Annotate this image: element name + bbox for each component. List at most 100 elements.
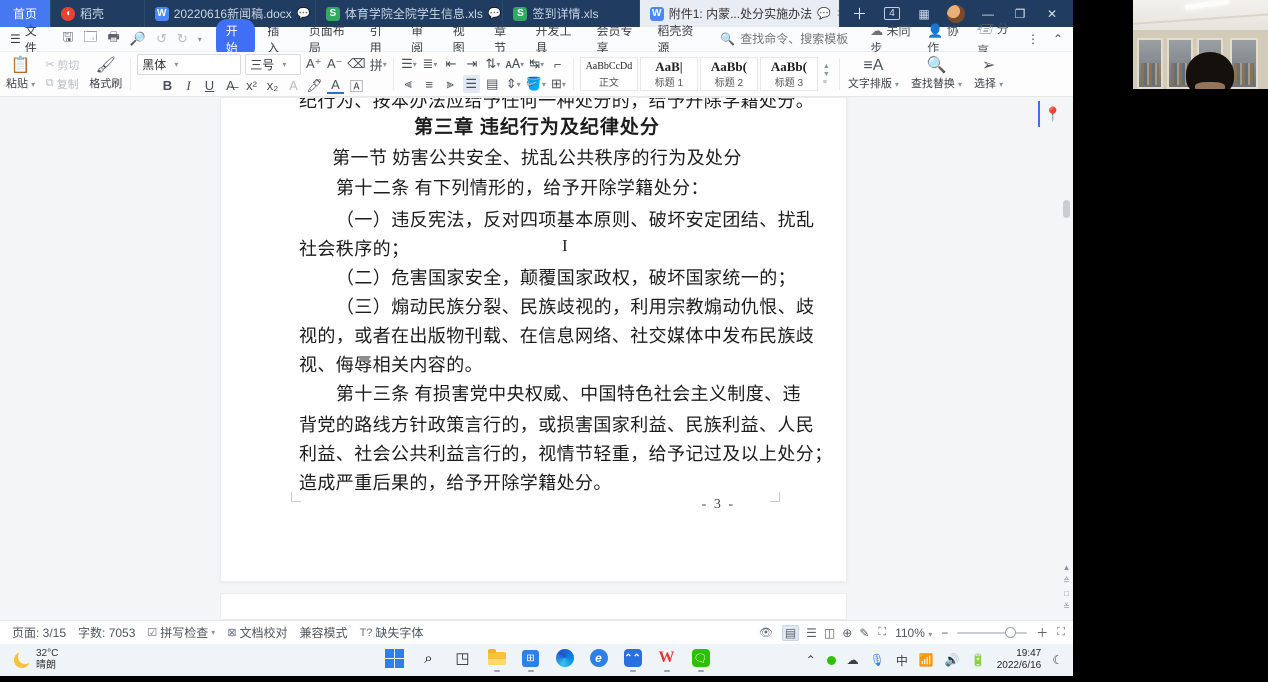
wifi-icon[interactable]: 📶 [919,653,934,667]
microphone-icon[interactable]: 🎙 [870,653,885,667]
wechat-tray-icon[interactable] [826,655,836,665]
style-heading3[interactable]: AaBb( 标题 3 [759,57,818,91]
file-explorer-button[interactable] [486,648,507,672]
superscript-icon[interactable]: x² [243,77,260,95]
format-painter-button[interactable]: 🖌 格式刷 [83,52,128,96]
bullet-list-icon[interactable]: ☰ ▾ [400,55,417,73]
print-icon[interactable]: 🖶 [108,28,120,50]
cloud-tray-icon[interactable]: ☁ [847,653,859,667]
document-page-4-top[interactable] [220,593,847,620]
shading-icon[interactable]: 🪣 ▾ [526,75,546,93]
read-mode-icon[interactable]: ◫ [824,626,835,640]
more-menu-button[interactable]: ⋮ [1027,32,1039,46]
cut-button[interactable]: ✂ 剪切 [45,57,79,73]
eye-protection-icon[interactable]: 👁 [759,626,773,639]
cloud-drive-app-button[interactable]: ⌃⌃ [622,648,643,672]
write-mode-icon[interactable]: ✎ [859,626,869,640]
microsoft-store-button[interactable]: ⊞ [520,648,541,672]
page-view-icon[interactable]: ▤ [781,624,800,641]
phonetic-guide-icon[interactable]: 拼 ▾ [370,55,387,73]
underline-icon[interactable]: U [201,77,218,95]
decrease-indent-icon[interactable]: ⇤ [442,55,459,73]
align-right-icon[interactable]: ⫸ [442,75,459,93]
clear-format-icon[interactable]: ⌫ [347,55,365,73]
numbered-list-icon[interactable]: ≣ ▾ [421,55,438,73]
customize-caret-icon[interactable]: ▾ [198,35,202,44]
distribute-icon[interactable]: ▤ [484,75,501,93]
align-left-icon[interactable]: ⫷ [400,75,417,93]
increase-indent-icon[interactable]: ⇥ [463,55,480,73]
text-effects-icon[interactable]: A [285,77,302,95]
zoom-level[interactable]: 110% ▾ [895,626,932,640]
document-page-3[interactable]: 纪行为、按本办法应给予任何一种处分的，给予开除学籍处分。 第三章 违纪行为及纪律… [220,97,847,582]
collaborate-button[interactable]: 👤 协作 [927,22,963,56]
zoom-in-button[interactable]: ＋ [1036,624,1048,641]
font-name-select[interactable]: 黑体 ▾ [137,53,242,75]
ime-indicator[interactable]: 中 [896,652,908,669]
taskbar-clock[interactable]: 19:47 2022/6/16 [997,648,1042,672]
zoom-slider[interactable] [957,626,1028,638]
missing-fonts-button[interactable]: T? 缺失字体 [360,624,424,641]
scrollbar-thumb[interactable] [1063,200,1070,218]
redo-icon[interactable]: ↻ [177,31,188,47]
compat-mode-indicator[interactable]: 兼容模式 [300,624,348,641]
style-heading1[interactable]: AaB| 标题 1 [639,57,698,91]
line-spacing-icon[interactable]: ⇕ ▾ [505,75,522,93]
ruler-icon[interactable]: ⌐ [549,55,566,73]
character-shading-icon[interactable]: 🄰 [348,77,365,95]
scroll-up-icon[interactable]: ▲ [1063,563,1071,572]
document-area[interactable]: 纪行为、按本办法应给予任何一种处分的，给予开除学籍处分。 第三章 违纪行为及纪律… [0,97,1073,620]
decrease-font-icon[interactable]: A⁻ [326,55,343,73]
copy-button[interactable]: ⧉ 复制 [46,76,79,92]
zoom-slider-knob[interactable] [1005,626,1017,638]
style-gallery-scroll[interactable]: ▲ ▼ ≡ [820,63,833,86]
collapse-ribbon-button[interactable]: ⌃ [1053,32,1063,46]
style-normal[interactable]: AaBbCcDd 正文 [579,57,638,91]
align-center-icon[interactable]: ≡ [421,75,438,93]
increase-font-icon[interactable]: A⁺ [305,55,322,73]
style-heading2[interactable]: AaBb( 标题 2 [699,57,758,91]
wechat-button[interactable]: 🗨 [690,648,711,672]
borders-icon[interactable]: ⊞ ▾ [550,75,567,93]
vertical-scrollbar[interactable]: ▲ ≙ □ ≚ [1060,97,1073,620]
highlight-icon[interactable]: 🖊 [306,77,323,95]
start-button[interactable] [384,648,405,672]
wrap-icon[interactable]: ↹ ▾ [528,55,545,73]
command-search[interactable]: 🔍 [720,32,871,46]
sort-icon[interactable]: ⇅ ▾ [484,55,501,73]
text-layout-button[interactable]: ≡A 文字排版 ▾ [842,52,905,96]
hidden-icons-chevron[interactable]: ⌃ [806,653,816,667]
tab-docer[interactable]: ◖ 稻壳 [51,0,145,27]
subscript-icon[interactable]: x₂ [264,77,281,95]
search-button[interactable]: ⌕ [418,648,439,672]
file-menu-button[interactable]: ☰ 文件 [0,22,54,56]
font-size-select[interactable]: 三号 ▾ [245,53,302,75]
web-layout-icon[interactable]: ⊕ [842,626,852,640]
save-icon[interactable]: 🖫 [62,28,73,50]
fullscreen-icon[interactable]: ⛶ [1057,626,1065,639]
edge-browser-button[interactable] [554,648,575,672]
zoom-out-button[interactable]: − [941,626,948,640]
next-page-icon[interactable]: ≚ [1063,602,1070,611]
bold-icon[interactable]: B [159,77,176,95]
justify-icon[interactable]: ☰ [462,75,480,93]
outline-view-icon[interactable]: ☰ [806,626,817,640]
find-replace-button[interactable]: 🔍 查找替换 ▾ [905,52,968,96]
task-view-button[interactable]: ◳ [452,648,473,672]
print-preview-icon[interactable]: 🔎 [130,31,146,47]
undo-icon[interactable]: ↺ [156,31,167,47]
strikethrough-icon[interactable]: A̶ [222,77,239,95]
word-count[interactable]: 字数: 7053 [78,624,135,641]
command-search-input[interactable] [740,32,871,46]
select-browse-object-icon[interactable]: □ [1064,589,1069,598]
battery-icon[interactable]: 🔋 [971,653,986,667]
asian-layout-icon[interactable]: 🗚 ▾ [505,55,524,73]
sync-status[interactable]: ☁ 未同步 [870,22,913,56]
paste-button[interactable]: 📋 粘贴 ▾ [0,52,41,96]
select-button[interactable]: ➢ 选择 ▾ [968,52,1009,96]
volume-icon[interactable]: 🔊 [945,653,960,667]
italic-icon[interactable]: I [180,77,197,95]
page-indicator[interactable]: 页面: 3/15 [12,624,66,641]
font-color-icon[interactable]: A [327,78,344,94]
taskbar-weather-widget[interactable]: 32°C 晴朗 [0,648,200,672]
